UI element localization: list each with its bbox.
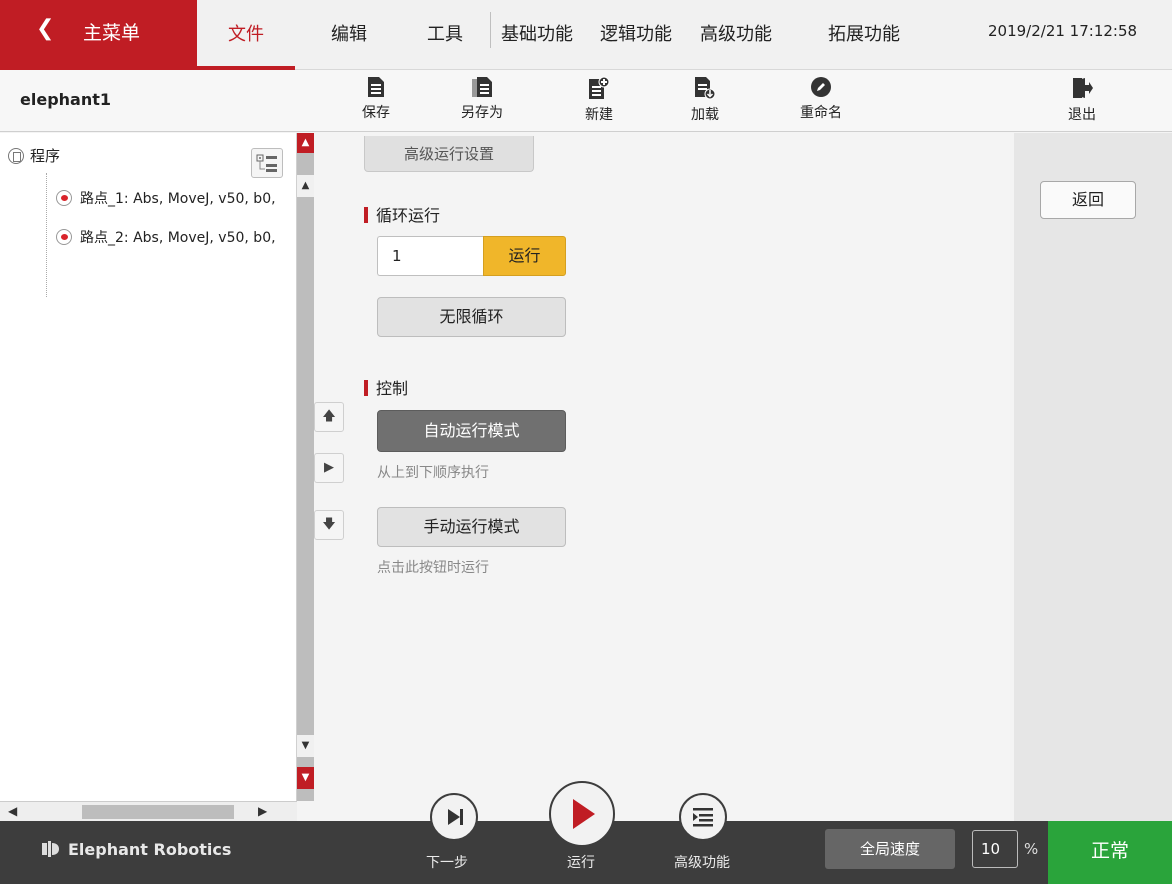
speed-unit: %	[1024, 840, 1039, 858]
load-file-icon	[695, 77, 716, 100]
tab-tools[interactable]: 工具	[427, 20, 463, 46]
advanced-functions-label: 高级功能	[674, 855, 730, 871]
tree-root[interactable]: 程序	[8, 145, 60, 166]
waypoint-icon	[56, 190, 72, 206]
loop-count-input[interactable]: 1	[377, 236, 483, 276]
waypoint-2-label: 路点_2: Abs, MoveJ, v50, b0,	[80, 230, 276, 246]
tree-vertical-scrollbar[interactable]: ▲ ▲ ▼ ▼	[297, 133, 314, 801]
rename-button[interactable]: 重命名	[786, 76, 856, 128]
load-button[interactable]: 加载	[670, 76, 740, 128]
save-as-icon	[472, 77, 492, 97]
tree-connector-line	[46, 173, 47, 297]
control-section-label: 控制	[376, 379, 409, 398]
advanced-functions-button[interactable]	[679, 793, 727, 841]
save-file-icon	[368, 77, 384, 97]
scroll-to-bottom-icon[interactable]: ▼	[297, 767, 314, 789]
chevron-left-icon: ❮	[36, 16, 55, 41]
tree-item-waypoint-2[interactable]: 路点_2: Abs, MoveJ, v50, b0,	[56, 227, 276, 247]
next-step-label: 下一步	[426, 855, 468, 871]
global-speed-label: 全局速度	[825, 829, 955, 869]
new-file-icon	[589, 76, 610, 99]
scroll-right-icon[interactable]: ▶	[258, 804, 267, 818]
rename-pencil-icon	[811, 77, 831, 97]
brand: Elephant Robotics	[40, 840, 231, 859]
save-label: 保存	[362, 105, 390, 121]
tab-file[interactable]: 文件	[228, 20, 264, 46]
play-icon	[573, 799, 595, 829]
control-section-title: 控制	[364, 375, 408, 399]
save-as-label: 另存为	[461, 105, 503, 121]
section-marker	[364, 380, 368, 396]
auto-run-mode-button[interactable]: 自动运行模式	[377, 410, 566, 452]
elephant-logo-icon	[42, 841, 59, 857]
datetime-display: 2019/2/21 17:12:58	[988, 22, 1138, 40]
manual-run-mode-button[interactable]: 手动运行模式	[377, 507, 566, 547]
waypoint-icon	[56, 229, 72, 245]
load-label: 加载	[691, 107, 719, 123]
exit-icon	[1073, 78, 1093, 98]
menu-divider	[490, 12, 491, 48]
tree-view-toggle-icon[interactable]	[251, 148, 283, 178]
scroll-up-icon[interactable]: ▲	[297, 175, 314, 197]
scroll-down-icon[interactable]: ▼	[297, 735, 314, 757]
loop-section-title: 循环运行	[364, 202, 440, 226]
file-toolbar: elephant1 保存 另存为 新建 加载 重命名 退出	[0, 70, 1172, 132]
main-menu-label: 主菜单	[83, 22, 141, 44]
step-forward-icon	[448, 809, 463, 825]
save-as-button[interactable]: 另存为	[447, 76, 517, 128]
section-marker	[364, 207, 368, 223]
exit-button[interactable]: 退出	[1047, 76, 1117, 128]
scroll-left-icon[interactable]: ◀	[8, 804, 17, 818]
waypoint-1-label: 路点_1: Abs, MoveJ, v50, b0,	[80, 191, 276, 207]
global-speed-input[interactable]: 10	[972, 830, 1018, 868]
new-button[interactable]: 新建	[564, 76, 634, 128]
right-side-panel	[1014, 133, 1172, 821]
save-button[interactable]: 保存	[341, 76, 411, 128]
manual-mode-hint: 点击此按钮时运行	[377, 560, 489, 576]
advanced-list-icon	[693, 808, 713, 827]
program-filename: elephant1	[20, 90, 111, 109]
status-badge: 正常	[1048, 821, 1172, 884]
scroll-thumb[interactable]	[82, 805, 234, 819]
tab-advanced-functions[interactable]: 高级功能	[700, 20, 772, 46]
run-label: 运行	[567, 855, 595, 871]
tree-root-label: 程序	[30, 147, 61, 165]
run-button[interactable]	[549, 781, 615, 847]
step-into-icon[interactable]: ▶	[314, 453, 344, 483]
infinite-loop-button[interactable]: 无限循环	[377, 297, 566, 337]
rename-label: 重命名	[800, 105, 842, 121]
main-menu-button[interactable]: ❮ 主菜单	[0, 0, 197, 70]
loop-run-button[interactable]: 运行	[483, 236, 566, 276]
back-button[interactable]: 返回	[1040, 181, 1136, 219]
tab-extension-functions[interactable]: 拓展功能	[828, 20, 900, 46]
next-step-button[interactable]	[430, 793, 478, 841]
loop-section-label: 循环运行	[376, 206, 441, 225]
tree-item-waypoint-1[interactable]: 路点_1: Abs, MoveJ, v50, b0,	[56, 188, 276, 208]
scroll-to-top-icon[interactable]: ▲	[297, 133, 314, 153]
program-tree-panel: 程序 路点_1: Abs, MoveJ, v50, b0, 路点_2: Abs,…	[0, 133, 297, 801]
brand-name: Elephant Robotics	[68, 840, 232, 859]
move-down-icon[interactable]: 🡇	[314, 510, 344, 540]
move-up-icon[interactable]: 🡅	[314, 402, 344, 432]
tab-edit[interactable]: 编辑	[331, 20, 367, 46]
tree-horizontal-scrollbar[interactable]: ◀ ▶	[0, 801, 297, 821]
advanced-run-settings-tab[interactable]: 高级运行设置	[364, 136, 534, 172]
top-menubar: ❮ 主菜单 文件 编辑 工具 基础功能 逻辑功能 高级功能 拓展功能 2019/…	[0, 0, 1172, 70]
tab-logic-functions[interactable]: 逻辑功能	[600, 20, 672, 46]
auto-mode-hint: 从上到下顺序执行	[377, 465, 489, 481]
exit-label: 退出	[1068, 107, 1096, 123]
program-file-icon	[8, 148, 24, 164]
tab-basic-functions[interactable]: 基础功能	[501, 20, 573, 46]
new-label: 新建	[585, 107, 613, 123]
